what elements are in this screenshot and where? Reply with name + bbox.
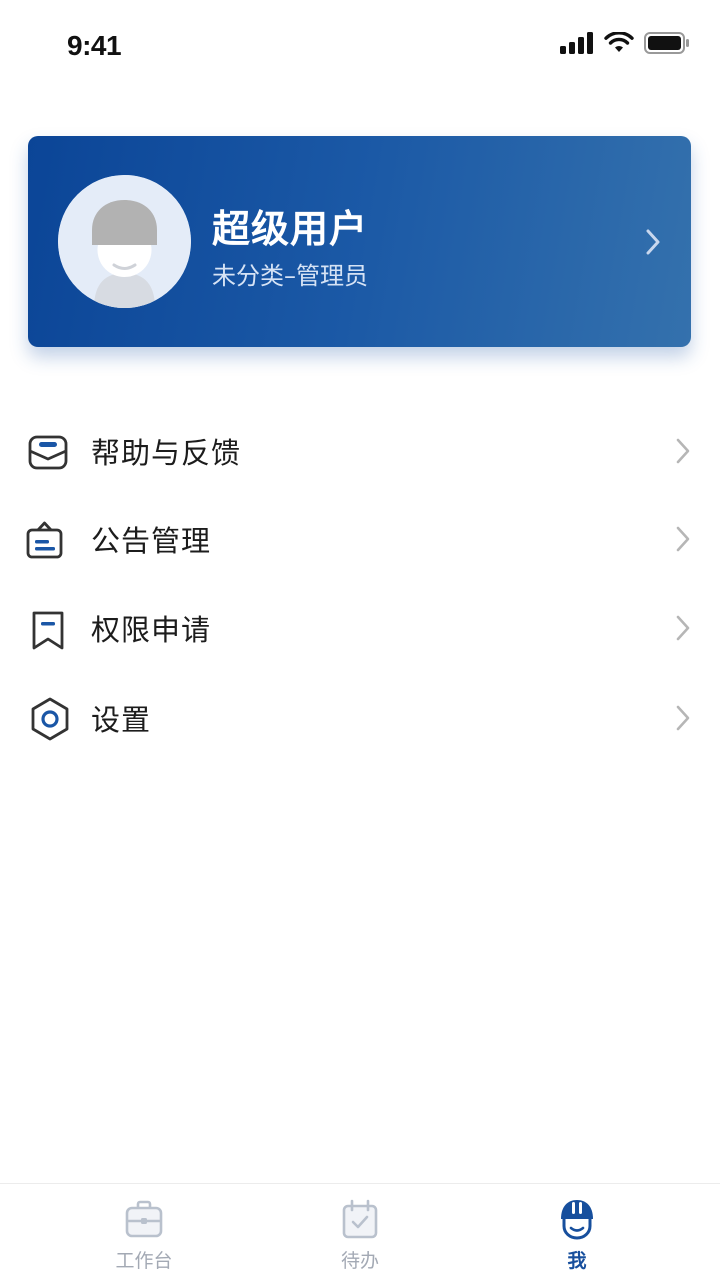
menu-item-help-feedback[interactable]: 帮助与反馈 [0,410,720,498]
menu-item-settings[interactable]: 设置 [0,677,720,765]
calendar-check-icon [342,1199,378,1239]
chevron-right-icon [646,229,660,255]
feedback-inbox-icon [28,435,68,470]
tab-label: 待办 [340,1250,379,1272]
tab-label: 工作台 [115,1250,173,1272]
profile-card[interactable]: 超级用户 未分类–管理员 [28,136,691,347]
briefcase-icon [125,1200,163,1238]
cellular-signal-icon [560,32,593,54]
status-bar: 9:41 [0,0,720,96]
battery-icon [644,32,689,54]
menu-label: 公告管理 [91,524,212,558]
menu-label: 帮助与反馈 [91,436,242,470]
profile-name: 超级用户 [212,207,369,251]
status-time: 9:41 [67,30,122,61]
avatar [58,175,191,308]
tab-me[interactable]: 我 [457,1184,697,1281]
wifi-icon [604,32,634,52]
tab-todo[interactable]: 待办 [240,1184,480,1281]
helmet-user-icon [561,1200,593,1240]
menu-label: 设置 [91,703,152,737]
menu-label: 权限申请 [91,613,212,647]
chevron-right-icon [676,526,690,552]
settings-hexagon-icon [31,697,69,741]
tab-bar: 工作台 待办 我 [0,1183,720,1281]
chevron-right-icon [676,438,690,464]
profile-role: 未分类–管理员 [212,262,368,290]
chevron-right-icon [676,615,690,641]
chevron-right-icon [676,705,690,731]
menu-item-permission-request[interactable]: 权限申请 [0,587,720,675]
menu-item-announcement[interactable]: 公告管理 [0,498,720,586]
status-icons [560,32,690,54]
announcement-board-icon [26,521,63,559]
bookmark-permission-icon [32,611,64,650]
tab-workbench[interactable]: 工作台 [24,1184,264,1281]
tab-label: 我 [567,1250,587,1272]
avatar-illustration [58,175,191,308]
